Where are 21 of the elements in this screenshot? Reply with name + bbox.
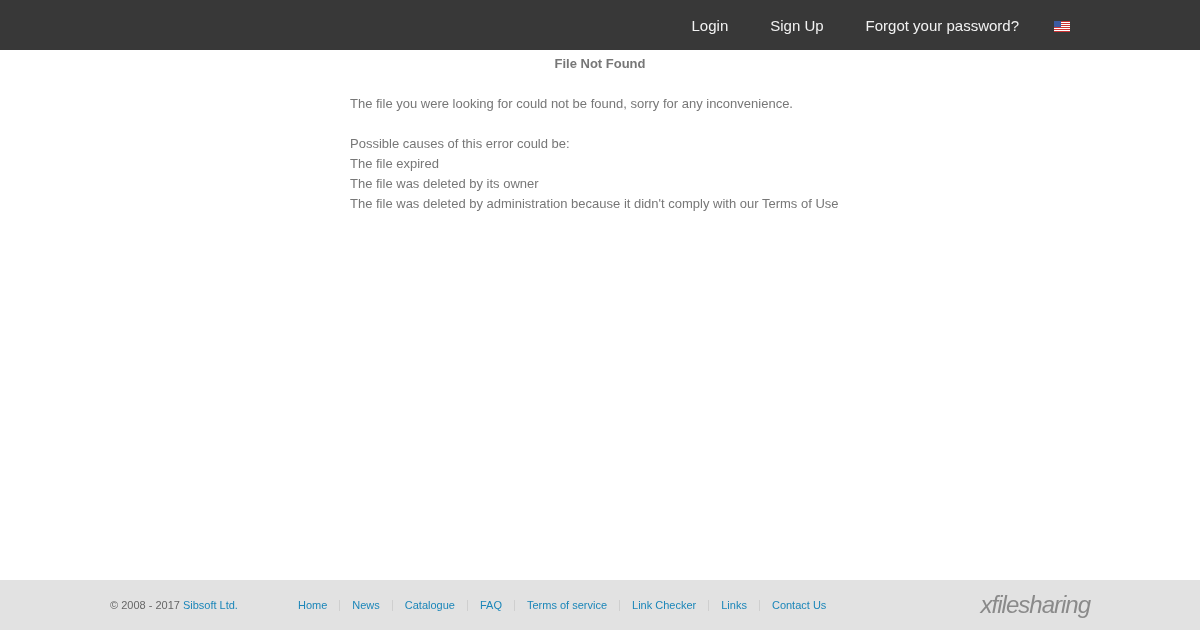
footer-link[interactable]: Links	[721, 599, 747, 611]
cause-item: The file expired	[350, 155, 440, 173]
page-title: File Not Found	[553, 55, 647, 73]
footer-link[interactable]: Home	[297, 599, 328, 611]
cause-item: The file was deleted by administration because it didn't comply with our Terms of Use	[350, 195, 840, 213]
nav-link[interactable]: Sign Up	[770, 16, 824, 34]
logo[interactable]: xfilesharing	[980, 591, 1090, 619]
footer-link[interactable]: Terms of service	[526, 599, 608, 611]
footer-link[interactable]: Link Checker	[632, 599, 697, 611]
footer-link[interactable]: News	[352, 599, 380, 611]
footer-link[interactable]: Contact Us	[771, 599, 827, 611]
error-message: The file you were looking for could not be found, sorry for any inconvenience.	[350, 95, 794, 113]
cause-item: The file was deleted by its owner	[350, 175, 540, 193]
company-link[interactable]: Sibsoft Ltd.	[182, 599, 238, 611]
copyright-text: © 2008 - 2017	[110, 599, 180, 611]
us-flag-icon[interactable]	[1054, 20, 1070, 32]
nav-link[interactable]: Login	[691, 16, 729, 34]
causes-heading: Possible causes of this error could be:	[350, 135, 571, 153]
footer-link[interactable]: Catalogue	[404, 599, 455, 611]
nav-link[interactable]: Forgot your password?	[865, 16, 1019, 34]
footer-link[interactable]: FAQ	[479, 599, 502, 611]
